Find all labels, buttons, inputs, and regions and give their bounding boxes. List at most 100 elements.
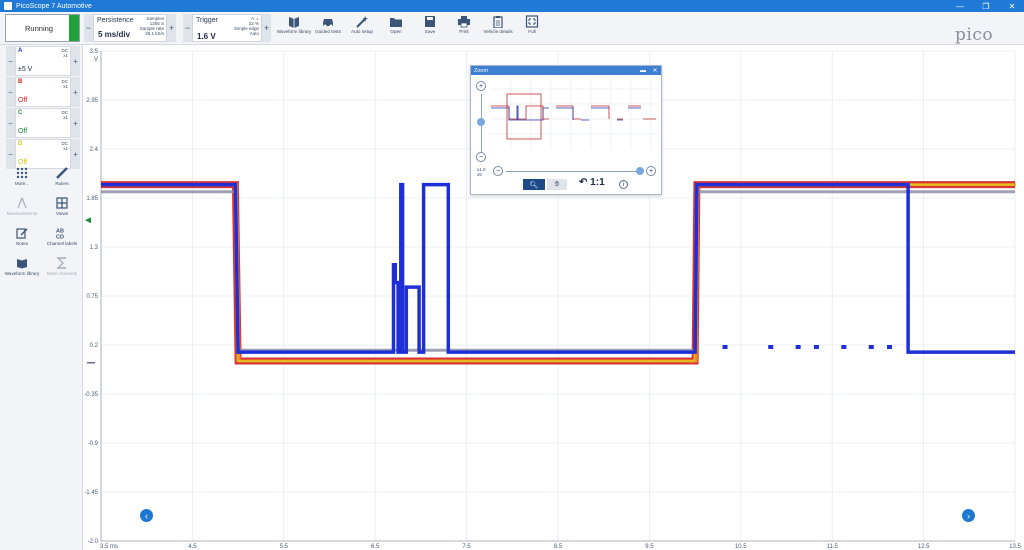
- zoom-ratio: 1:1: [590, 177, 605, 188]
- more-button[interactable]: More...: [2, 167, 42, 199]
- vertical-zoom-handle[interactable]: [477, 118, 485, 126]
- zoom-overview-window[interactable]: Zoom ▬ ✕ + − x1.0 x5 − + 🔍︎ ✋︎ ↶ 1:1 i: [470, 65, 662, 195]
- trace-glitch: [795, 345, 801, 349]
- tool-label: More...: [14, 181, 30, 186]
- zoom-y-factor: x5: [477, 172, 482, 177]
- info-icon[interactable]: i: [619, 180, 628, 189]
- scroll-left-button[interactable]: ‹: [140, 509, 153, 522]
- hand-icon: ✋︎: [555, 180, 559, 188]
- zoom-title-bar[interactable]: Zoom: [471, 66, 661, 75]
- channel-d-card[interactable]: − D DC x1 Off +: [6, 139, 80, 169]
- trigger-increase-button[interactable]: +: [262, 14, 271, 42]
- vehicle-details-button[interactable]: Vehicle details: [480, 14, 516, 43]
- waveform-library-button[interactable]: Waveform library: [2, 257, 42, 289]
- save-icon: [425, 16, 435, 27]
- math-channels-button: Math channels: [42, 257, 82, 289]
- x-tick-label: 4.5: [188, 544, 197, 550]
- timebase-decrease-button[interactable]: −: [84, 14, 93, 42]
- channel-range-increase-button[interactable]: +: [71, 108, 80, 138]
- channel-coupling: DC x1: [62, 79, 69, 89]
- y-tick-label: -0.9: [88, 441, 99, 447]
- channel-range: Off: [18, 97, 28, 104]
- channel-settings[interactable]: D DC x1 Off: [15, 139, 71, 169]
- tool-label: Math channels: [47, 271, 77, 276]
- pan-tool-button[interactable]: ✋︎: [547, 179, 567, 190]
- tool-label: Notes: [15, 241, 28, 246]
- channel-range-increase-button[interactable]: +: [71, 46, 80, 76]
- close-icon[interactable]: ✕: [1000, 0, 1024, 12]
- zoom-overview-plot[interactable]: [491, 79, 659, 149]
- minimize-icon[interactable]: —: [948, 0, 972, 12]
- y-tick-label: 2.95: [86, 98, 98, 104]
- auto-setup-button[interactable]: Auto setup: [344, 14, 380, 43]
- y-tick-label: -2.0: [88, 539, 99, 545]
- reset-zoom-button[interactable]: ↶ 1:1: [579, 177, 605, 188]
- horizontal-zoom-slider[interactable]: [506, 171, 641, 172]
- zoom-out-horizontal-button[interactable]: −: [493, 166, 503, 176]
- trace-glitch: [841, 345, 847, 349]
- channel-range-decrease-button[interactable]: −: [6, 46, 15, 76]
- guided-tests-button[interactable]: Guided tests: [310, 14, 346, 43]
- zoom-region-rectangle[interactable]: [506, 93, 542, 140]
- trace-glitch: [887, 345, 893, 349]
- channel-settings[interactable]: B DC x1 Off: [15, 77, 71, 107]
- grid-dots-icon: [16, 167, 28, 179]
- waveform-library-button[interactable]: Waveform library: [276, 14, 312, 43]
- tool-label: Save: [424, 29, 436, 34]
- channel-range-increase-button[interactable]: +: [71, 139, 80, 169]
- magnifier-icon: 🔍︎: [529, 181, 539, 189]
- sample-info: Samples 1255 S Sample rate 25.1 kS/s: [124, 16, 164, 36]
- trigger-decrease-button[interactable]: −: [183, 14, 192, 42]
- fullscreen-icon: [525, 15, 539, 28]
- zoom-close-icon[interactable]: ✕: [651, 66, 659, 75]
- tool-label: Print: [459, 29, 469, 34]
- restore-icon[interactable]: ❐: [974, 0, 998, 12]
- zoom-in-vertical-button[interactable]: +: [476, 81, 486, 91]
- zoom-tool-button[interactable]: 🔍︎: [523, 179, 545, 190]
- channel-range: Off: [18, 128, 28, 135]
- zoom-out-vertical-button[interactable]: −: [476, 152, 486, 162]
- channel-coupling: DC x1: [62, 110, 69, 120]
- views-button[interactable]: Views: [42, 197, 82, 229]
- measurements-button: Measurements: [2, 197, 42, 229]
- channel-name: C: [18, 110, 23, 116]
- sigma-icon: [56, 257, 66, 269]
- save-button[interactable]: Save: [412, 14, 448, 43]
- trigger-info: A ⊥ 22 % Simple edge Auto: [233, 16, 259, 36]
- y-tick-label: -0.35: [84, 392, 98, 398]
- x-tick-label: 10.5: [735, 544, 747, 550]
- y-tick-label: 1.3: [90, 245, 99, 251]
- tool-label: Vehicle details: [483, 29, 513, 34]
- channel-settings[interactable]: A DC x1 ±5 V: [15, 46, 71, 76]
- zoom-title: Zoom: [474, 67, 489, 74]
- horizontal-zoom-handle[interactable]: [636, 167, 644, 175]
- zoom-minimize-icon[interactable]: ▬: [639, 66, 647, 75]
- channel-c-card[interactable]: − C DC x1 Off +: [6, 108, 80, 138]
- full-screen-button[interactable]: Full: [514, 14, 550, 43]
- channel-range-decrease-button[interactable]: −: [6, 77, 15, 107]
- folder-icon: [390, 18, 402, 27]
- channel-a-card[interactable]: − A DC x1 ±5 V +: [6, 46, 80, 76]
- trigger-control[interactable]: Trigger 1.6 V A ⊥ 22 % Simple edge Auto: [192, 14, 262, 42]
- channel-b-card[interactable]: − B DC x1 Off +: [6, 77, 80, 107]
- open-button[interactable]: Open: [378, 14, 414, 43]
- run-stop-button[interactable]: Running: [5, 14, 80, 42]
- channel-range-decrease-button[interactable]: −: [6, 139, 15, 169]
- channel-range-increase-button[interactable]: +: [71, 77, 80, 107]
- rulers-button[interactable]: Rulers: [42, 167, 82, 199]
- timebase-control[interactable]: Persistence 5 ms/div Samples 1255 S Samp…: [93, 14, 167, 42]
- undo-icon: ↶: [579, 177, 588, 188]
- channel-settings[interactable]: C DC x1 Off: [15, 108, 71, 138]
- scroll-right-button[interactable]: ›: [962, 509, 975, 522]
- channel-range-decrease-button[interactable]: −: [6, 108, 15, 138]
- probe-value: x1: [63, 53, 68, 58]
- x-tick-label: 9.5: [645, 544, 654, 550]
- zoom-in-horizontal-button[interactable]: +: [646, 166, 656, 176]
- tool-label: Measurements: [6, 211, 38, 216]
- timebase-increase-button[interactable]: +: [167, 14, 176, 42]
- y-tick-label: 2.4: [90, 147, 99, 153]
- notes-button[interactable]: Notes: [2, 227, 42, 259]
- print-button[interactable]: Print: [446, 14, 482, 43]
- channel-labels-button[interactable]: AB CD Channel labels: [42, 227, 82, 259]
- y-tick-label: -1.45: [84, 490, 98, 496]
